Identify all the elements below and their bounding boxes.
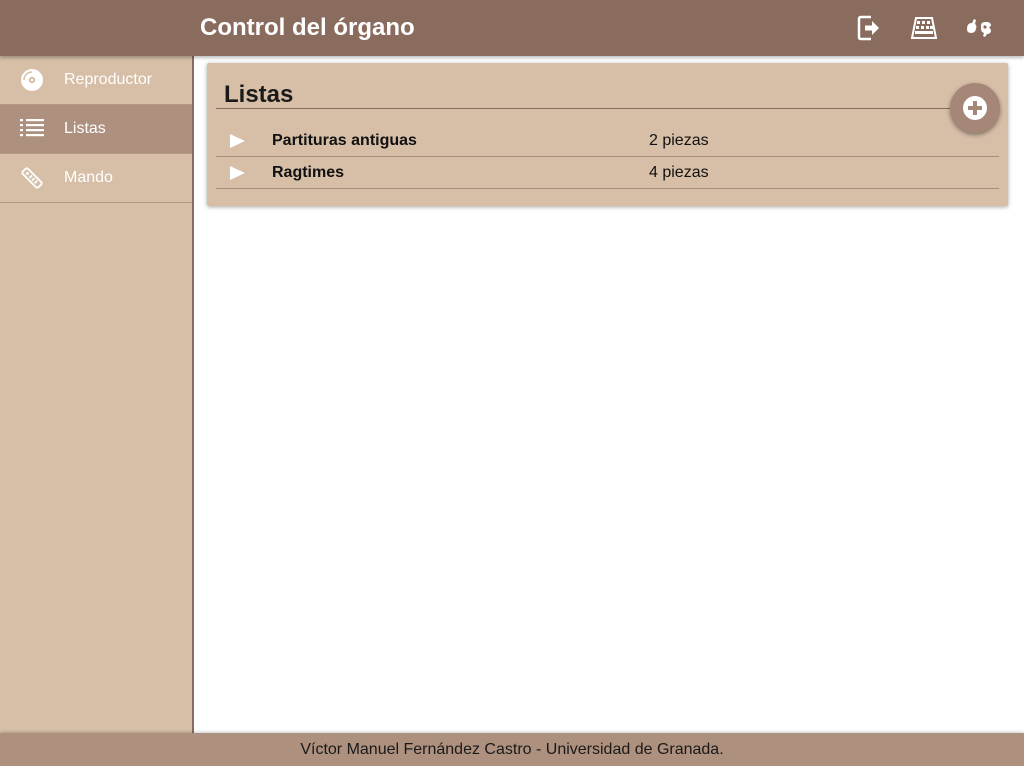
list-item[interactable]: Ragtimes 4 piezas xyxy=(216,157,999,189)
list-name: Partituras antiguas xyxy=(272,132,417,149)
list-count: 4 piezas xyxy=(649,164,709,181)
page-title: Listas xyxy=(224,81,294,108)
disc-icon xyxy=(20,68,44,92)
accessibility-button[interactable] xyxy=(964,13,994,43)
list-name: Ragtimes xyxy=(272,164,345,181)
sidebar-item-mando[interactable]: Mando xyxy=(0,154,192,203)
keyboard-button[interactable] xyxy=(909,13,939,43)
sidebar-item-label: Listas xyxy=(64,120,106,137)
app-title: Control del órgano xyxy=(200,14,415,41)
sidebar-item-label: Reproductor xyxy=(64,71,153,88)
play-icon[interactable] xyxy=(228,165,246,181)
sidebar-item-label: Mando xyxy=(64,169,113,186)
plus-circle-icon xyxy=(963,96,987,120)
list-icon xyxy=(20,117,44,141)
keyboard-icon xyxy=(911,17,937,39)
sign-language-icon xyxy=(967,19,991,37)
exit-button[interactable] xyxy=(854,13,884,43)
footer: Víctor Manuel Fernández Castro - Univers… xyxy=(0,733,1024,766)
list-count: 2 piezas xyxy=(649,132,709,149)
lists-card: Listas Partituras antiguas 2 piezas Ragt… xyxy=(207,63,1008,206)
exit-icon xyxy=(857,15,879,41)
sidebar: Reproductor Listas Mando xyxy=(0,56,194,733)
title-divider xyxy=(216,108,999,109)
app-header: Control del órgano xyxy=(0,0,1024,56)
sidebar-item-reproductor[interactable]: Reproductor xyxy=(0,56,192,105)
list-item[interactable]: Partituras antiguas 2 piezas xyxy=(216,125,999,157)
remote-control-icon xyxy=(20,166,44,190)
play-icon[interactable] xyxy=(228,133,246,149)
footer-credits: Víctor Manuel Fernández Castro - Univers… xyxy=(300,741,724,758)
sidebar-item-listas[interactable]: Listas xyxy=(0,105,192,154)
